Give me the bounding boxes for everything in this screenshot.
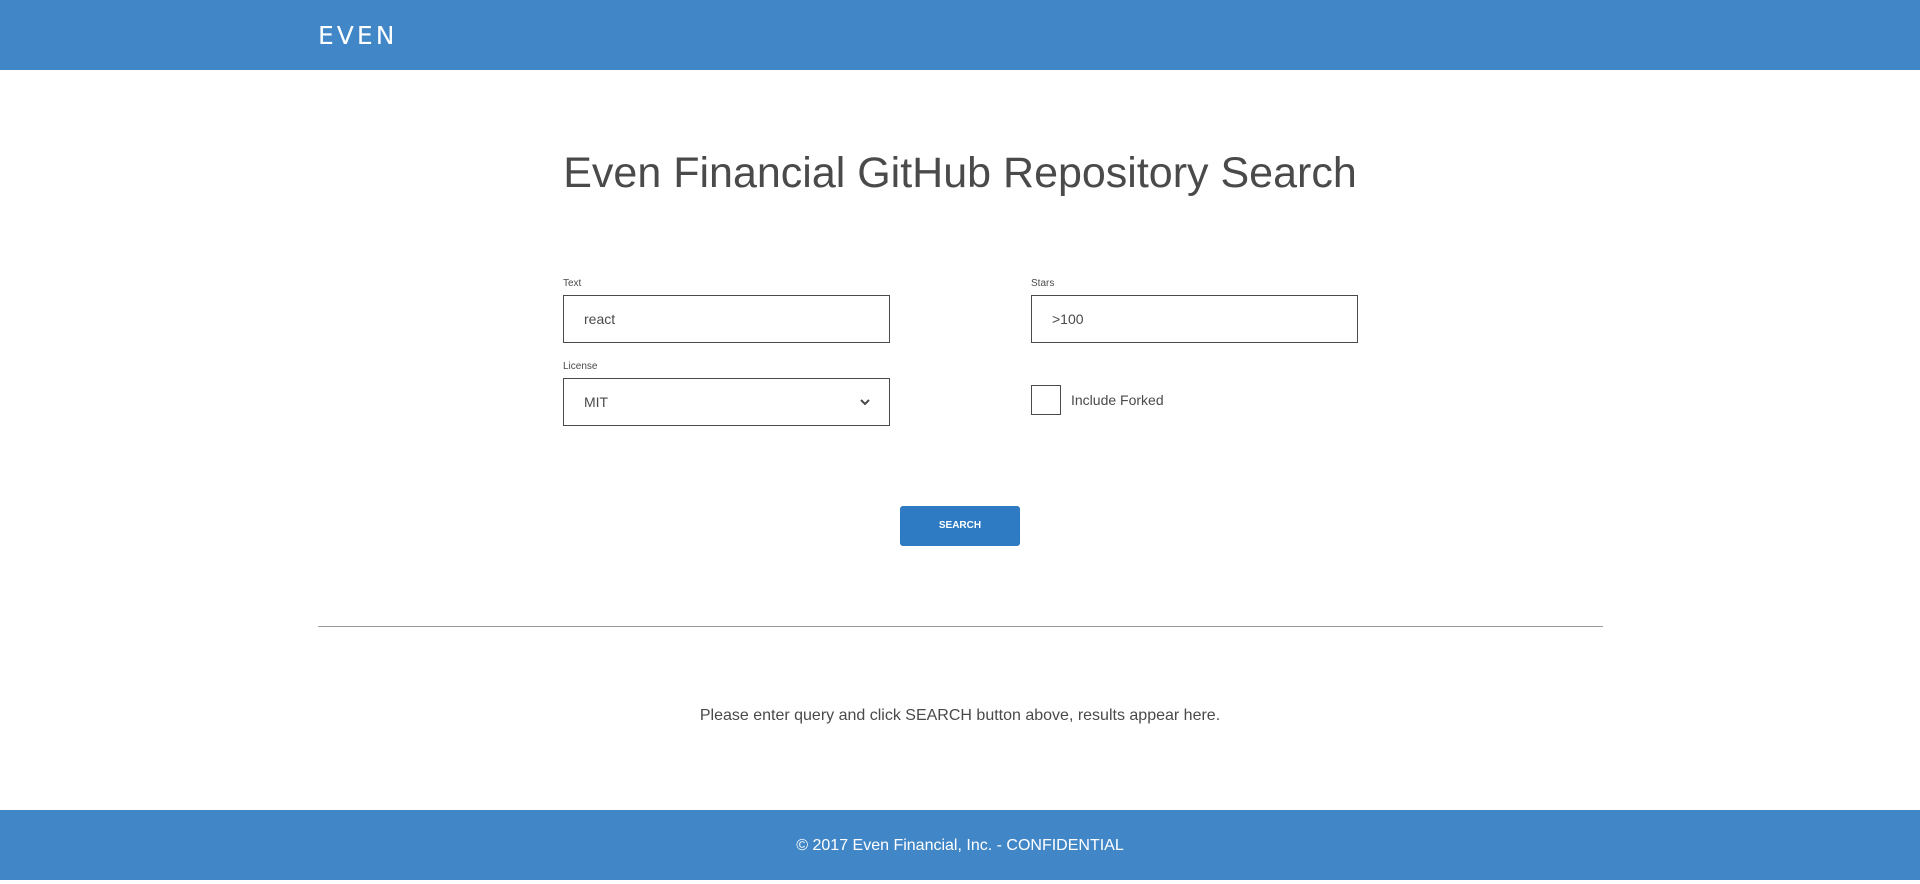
footer-copyright: © 2017 Even Financial, Inc. - CONFIDENTI… xyxy=(796,837,1124,854)
top-header-bar: EVEN xyxy=(0,0,1920,70)
results-placeholder-text: Please enter query and click SEARCH butt… xyxy=(699,707,1221,724)
license-select[interactable]: MIT xyxy=(563,378,890,426)
page-title: Even Financial GitHub Repository Search xyxy=(563,149,1357,197)
license-field-label: License xyxy=(563,361,598,372)
include-forked-checkbox[interactable] xyxy=(1031,385,1061,415)
text-input[interactable] xyxy=(563,295,890,343)
even-logo[interactable]: EVEN xyxy=(318,22,397,50)
include-forked-label[interactable]: Include Forked xyxy=(1071,392,1164,408)
search-button[interactable]: SEARCH xyxy=(900,506,1020,546)
footer-bar: © 2017 Even Financial, Inc. - CONFIDENTI… xyxy=(0,810,1920,880)
section-divider xyxy=(318,626,1603,627)
text-field-label: Text xyxy=(563,278,582,289)
license-selected-value: MIT xyxy=(584,394,609,410)
stars-input[interactable] xyxy=(1031,295,1358,343)
chevron-down-icon xyxy=(860,399,870,406)
stars-field-label: Stars xyxy=(1031,278,1055,289)
